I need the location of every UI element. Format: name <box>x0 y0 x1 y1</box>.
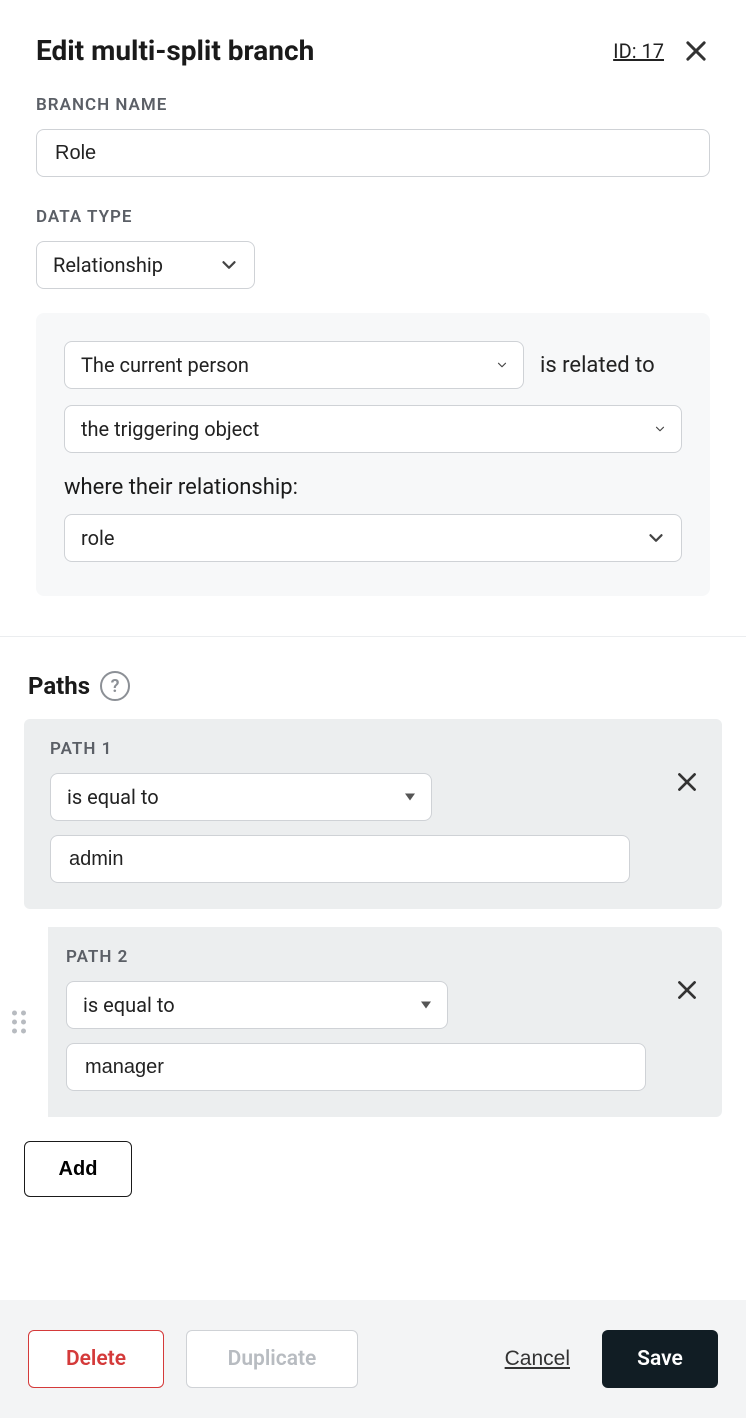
chevron-down-icon <box>218 254 240 276</box>
path-card: PATH 1 is equal to <box>24 719 722 909</box>
remove-path-icon[interactable] <box>674 769 700 795</box>
branch-name-input[interactable] <box>36 129 710 177</box>
duplicate-button: Duplicate <box>186 1330 358 1388</box>
save-button[interactable]: Save <box>602 1330 718 1388</box>
remove-path-icon[interactable] <box>674 977 700 1003</box>
paths-heading: Paths <box>28 672 90 700</box>
relationship-connector-text: is related to <box>540 353 655 378</box>
close-icon[interactable] <box>682 37 710 65</box>
path-operator-value: is equal to <box>67 785 159 809</box>
caret-down-icon <box>405 794 415 801</box>
cancel-link[interactable]: Cancel <box>495 1347 580 1371</box>
data-type-label: DATA TYPE <box>36 207 710 227</box>
help-icon[interactable]: ? <box>100 671 130 701</box>
path-operator-select[interactable]: is equal to <box>66 981 448 1029</box>
path-value-input[interactable] <box>66 1043 646 1091</box>
relationship-subject-value: The current person <box>81 353 249 377</box>
chevron-down-icon <box>495 358 509 372</box>
data-type-value: Relationship <box>53 253 163 277</box>
relationship-panel: The current person is related to the tri… <box>36 313 710 596</box>
path-title: PATH 1 <box>50 739 696 759</box>
relationship-subject-select[interactable]: The current person <box>64 341 524 389</box>
section-divider <box>0 636 746 637</box>
path-card: PATH 2 is equal to <box>38 927 722 1117</box>
path-operator-select[interactable]: is equal to <box>50 773 432 821</box>
chevron-down-icon <box>653 422 667 436</box>
chevron-down-icon <box>645 527 667 549</box>
relationship-where-label: where their relationship: <box>64 475 682 500</box>
relationship-object-select[interactable]: the triggering object <box>64 405 682 453</box>
modal-title: Edit multi-split branch <box>36 34 314 67</box>
path-title: PATH 2 <box>66 947 696 967</box>
branch-name-label: BRANCH NAME <box>36 95 710 115</box>
path-operator-value: is equal to <box>83 993 175 1017</box>
modal-header: Edit multi-split branch ID: 17 <box>0 0 746 95</box>
footer-bar: Delete Duplicate Cancel Save <box>0 1300 746 1418</box>
relationship-attribute-value: role <box>81 526 114 550</box>
relationship-object-value: the triggering object <box>81 417 259 441</box>
relationship-attribute-select[interactable]: role <box>64 514 682 562</box>
delete-button[interactable]: Delete <box>28 1330 164 1388</box>
path-value-input[interactable] <box>50 835 630 883</box>
caret-down-icon <box>421 1002 431 1009</box>
paths-header: Paths ? <box>0 671 746 719</box>
id-link[interactable]: ID: 17 <box>613 39 664 63</box>
data-type-select[interactable]: Relationship <box>36 241 255 289</box>
add-path-button[interactable]: Add <box>24 1141 132 1197</box>
header-right: ID: 17 <box>613 37 710 65</box>
drag-handle-icon[interactable] <box>12 1011 26 1034</box>
